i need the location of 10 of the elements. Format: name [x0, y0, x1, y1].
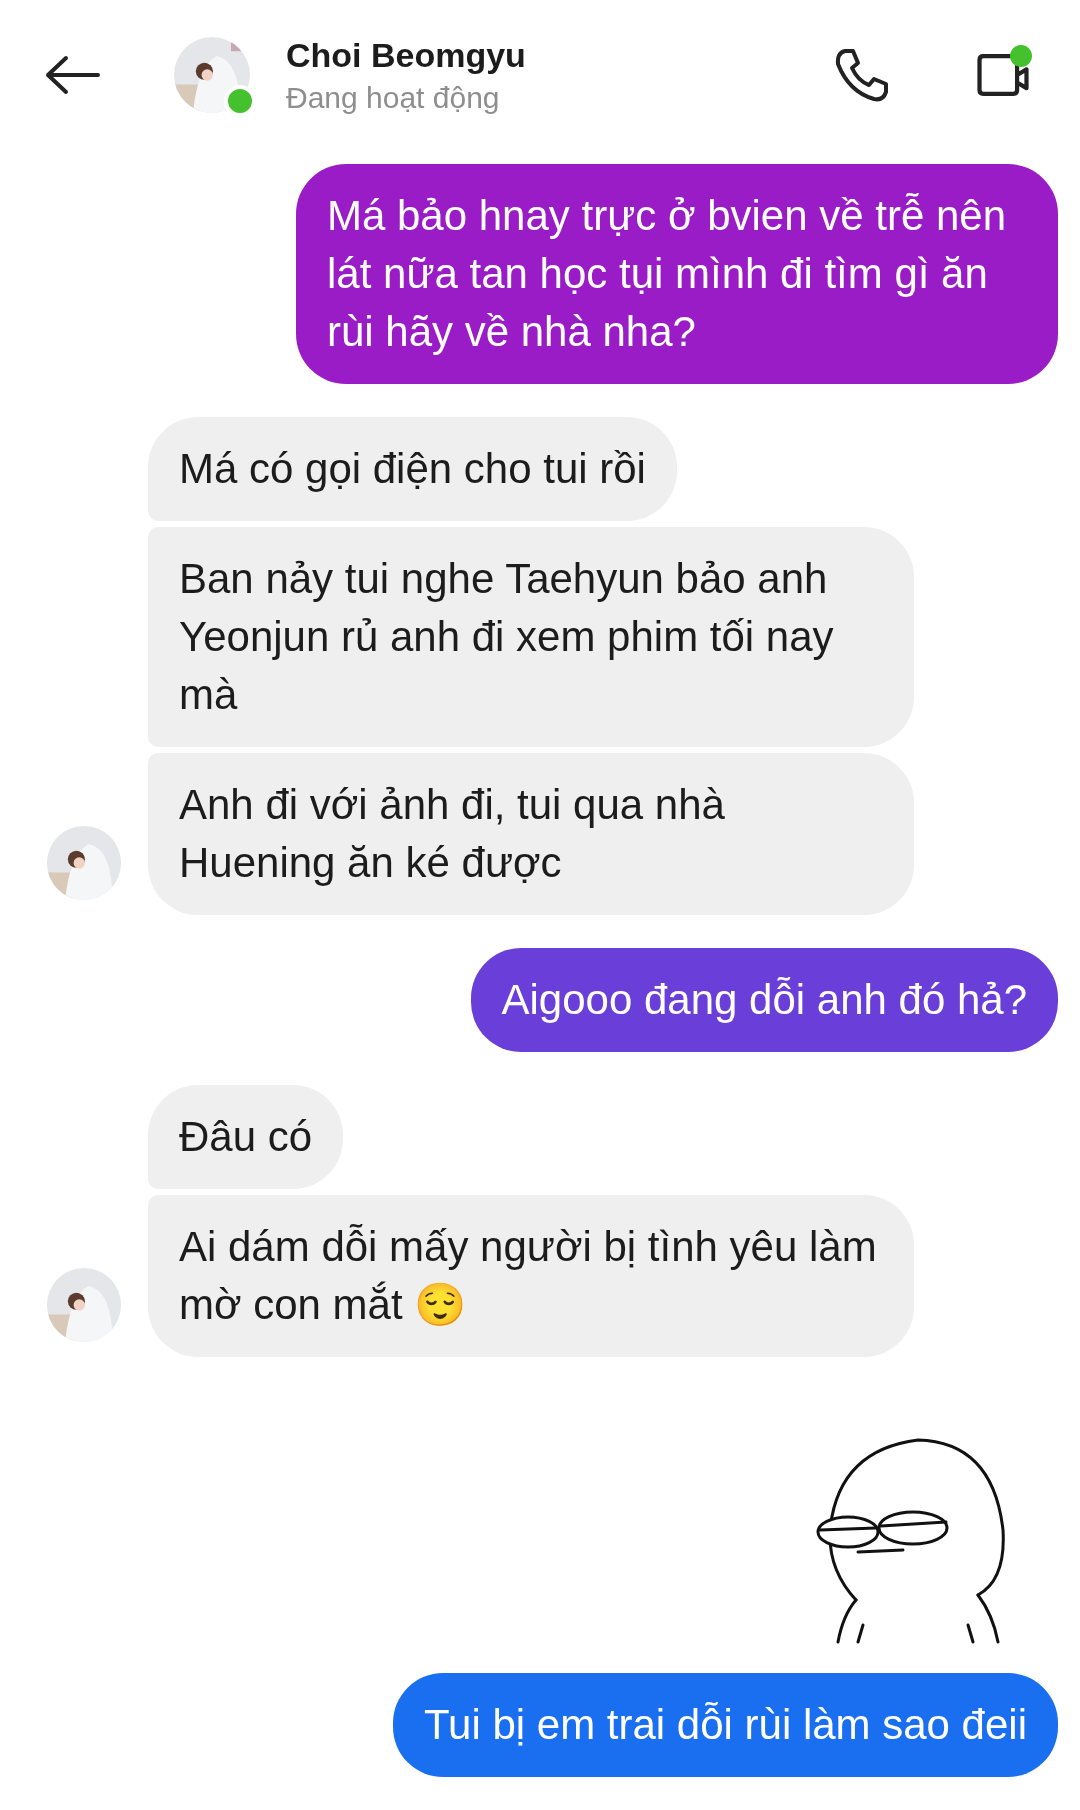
contact-name: Choi Beomgyu	[286, 35, 527, 75]
received-message: Má có gọi điện cho tui rồi	[148, 417, 677, 521]
status-text: Đang hoạt động	[286, 80, 501, 115]
received-message: Đâu có	[148, 1085, 344, 1189]
received-message: Anh đi với ảnh đi, tui qua nhà Huening ăn ké được	[148, 753, 914, 915]
received-message: Ban nảy tui nghe Taehyun bảo anh Yeonjun rủ anh đi xem phim tối nay mà	[148, 527, 914, 747]
sent-message: Tui bị em trai dỗi rùi làm sao đeii	[393, 1673, 1058, 1777]
sent-message: Aigooo đang dỗi anh đó hả?	[470, 948, 1058, 1052]
received-message: Ai dám dỗi mấy người bị tình yêu làm mờ con mắt 😌	[148, 1195, 914, 1357]
sent-message: Má bảo hnay trực ở bvien về trễ nên lát nữa tan học tụi mình đi tìm gì ăn rùi hãy về nhà nha?	[296, 164, 1058, 384]
